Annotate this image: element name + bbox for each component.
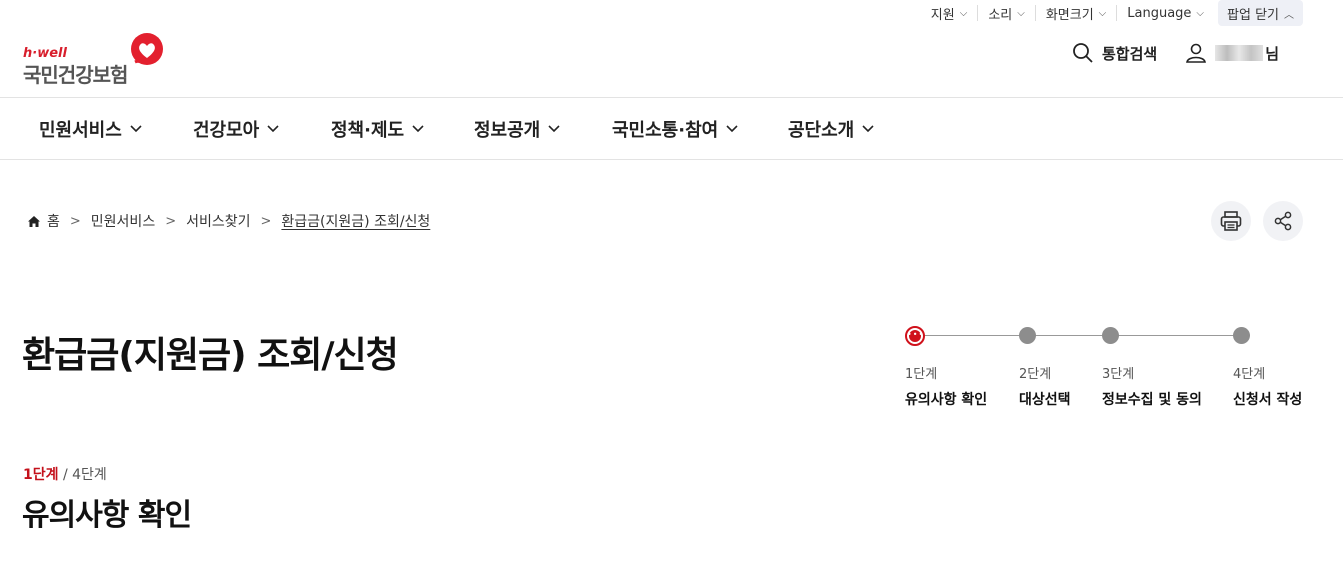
gnb-about-label: 공단소개 bbox=[788, 119, 855, 141]
step-name: 신청서 작성 bbox=[1233, 392, 1303, 408]
gnb-info-disclosure-label: 정보공개 bbox=[474, 119, 541, 141]
step-name: 정보수집 및 동의 bbox=[1102, 392, 1202, 408]
step-number: 3단계 bbox=[1102, 367, 1135, 382]
utility-sound-label: 소리 bbox=[988, 7, 1013, 23]
chevron-down-icon: ⌵ bbox=[959, 7, 968, 19]
nhis-logo[interactable]: h·well 국민건강보험 bbox=[23, 32, 168, 87]
global-navigation: 민원서비스 건강모아 정책·제도 정보공개 국민소통·참여 공단소개 bbox=[0, 97, 1343, 160]
utility-screen-size-label: 화면크기 bbox=[1045, 7, 1094, 23]
search-label: 통합검색 bbox=[1101, 44, 1158, 63]
step-dot bbox=[1233, 327, 1250, 344]
total-steps: 4단계 bbox=[72, 467, 107, 483]
chevron-down-icon: ⌵ bbox=[1098, 7, 1107, 19]
utility-support[interactable]: 지원 ⌵ bbox=[921, 5, 978, 23]
utility-language-label: Language bbox=[1127, 5, 1192, 21]
gnb-civil-service[interactable]: 민원서비스 bbox=[39, 98, 142, 159]
print-icon bbox=[1220, 211, 1242, 231]
utility-support-label: 지원 bbox=[930, 7, 955, 23]
popup-close-label: 팝업 닫기 bbox=[1227, 7, 1279, 23]
gnb-health-moa[interactable]: 건강모아 bbox=[193, 98, 279, 159]
current-step: 1단계 bbox=[23, 467, 59, 483]
chevron-down-icon bbox=[726, 124, 738, 132]
utility-bar: 지원 ⌵ 소리 ⌵ 화면크기 ⌵ Language ⌵ 팝업 닫기 ︿ bbox=[921, 0, 1303, 26]
chevron-right-icon: > bbox=[260, 213, 272, 229]
step-dot bbox=[1019, 327, 1036, 344]
step-name: 유의사항 확인 bbox=[905, 392, 988, 408]
step-name: 대상선택 bbox=[1019, 392, 1071, 408]
heart-logo-icon bbox=[131, 33, 163, 65]
user-suffix: 님 bbox=[1265, 44, 1279, 63]
step-dot bbox=[1102, 327, 1119, 344]
popup-close-button[interactable]: 팝업 닫기 ︿ bbox=[1218, 0, 1303, 26]
section-title: 유의사항 확인 bbox=[22, 498, 192, 533]
gnb-policy-label: 정책·제도 bbox=[331, 119, 405, 141]
step-indicator: 1단계 / 4단계 bbox=[23, 464, 107, 484]
gnb-info-disclosure[interactable]: 정보공개 bbox=[474, 98, 560, 159]
more-icon: ••• bbox=[907, 330, 925, 339]
breadcrumb-item[interactable]: 서비스찾기 bbox=[186, 211, 250, 231]
print-button[interactable] bbox=[1211, 201, 1251, 241]
stepper-track bbox=[915, 335, 1245, 336]
chevron-down-icon bbox=[862, 124, 874, 132]
progress-stepper: ••• 1단계 2단계 3단계 4단계 유의사항 확인 대상선택 정보수집 및 … bbox=[905, 322, 1305, 412]
header-tools: 통합검색 님 bbox=[1072, 42, 1279, 64]
user-name-blurred bbox=[1215, 45, 1264, 61]
utility-language[interactable]: Language ⌵ bbox=[1116, 5, 1214, 21]
user-menu-button[interactable]: 님 bbox=[1185, 42, 1279, 64]
step-number: 1단계 bbox=[905, 367, 938, 382]
chevron-right-icon: > bbox=[165, 213, 177, 229]
utility-sound[interactable]: 소리 ⌵ bbox=[977, 5, 1035, 23]
page-title: 환급금(지원금) 조회/신청 bbox=[22, 335, 399, 376]
chevron-down-icon bbox=[412, 124, 424, 132]
breadcrumb-item[interactable]: 민원서비스 bbox=[91, 211, 155, 231]
breadcrumb-home[interactable]: 홈 bbox=[47, 211, 60, 231]
chevron-up-icon: ︿ bbox=[1284, 9, 1294, 21]
share-button[interactable] bbox=[1263, 201, 1303, 241]
step-dot-active: ••• bbox=[905, 326, 925, 346]
chevron-down-icon: ⌵ bbox=[1196, 7, 1205, 19]
utility-screen-size[interactable]: 화면크기 ⌵ bbox=[1034, 5, 1116, 23]
chevron-down-icon bbox=[548, 124, 560, 132]
logo-name: 국민건강보험 bbox=[23, 63, 128, 87]
gnb-participation-label: 국민소통·참여 bbox=[612, 119, 719, 141]
home-icon[interactable] bbox=[27, 215, 41, 228]
gnb-participation[interactable]: 국민소통·참여 bbox=[612, 98, 738, 159]
step-number: 2단계 bbox=[1019, 367, 1052, 382]
chevron-down-icon bbox=[130, 124, 142, 132]
chevron-down-icon bbox=[267, 124, 279, 132]
breadcrumb-current[interactable]: 환급금(지원금) 조회/신청 bbox=[281, 211, 430, 231]
gnb-about[interactable]: 공단소개 bbox=[788, 98, 874, 159]
chevron-down-icon: ⌵ bbox=[1017, 7, 1025, 19]
gnb-civil-service-label: 민원서비스 bbox=[39, 119, 122, 141]
search-icon bbox=[1073, 43, 1093, 63]
share-icon bbox=[1274, 211, 1292, 231]
step-number: 4단계 bbox=[1233, 367, 1266, 382]
gnb-policy[interactable]: 정책·제도 bbox=[331, 98, 424, 159]
chevron-right-icon: > bbox=[69, 213, 81, 229]
gnb-health-moa-label: 건강모아 bbox=[193, 119, 260, 141]
step-divider: / bbox=[58, 467, 73, 483]
user-icon bbox=[1186, 43, 1207, 63]
integrated-search-button[interactable]: 통합검색 bbox=[1072, 42, 1157, 64]
breadcrumb: 홈 > 민원서비스 > 서비스찾기 > 환급금(지원금) 조회/신청 bbox=[27, 211, 430, 231]
